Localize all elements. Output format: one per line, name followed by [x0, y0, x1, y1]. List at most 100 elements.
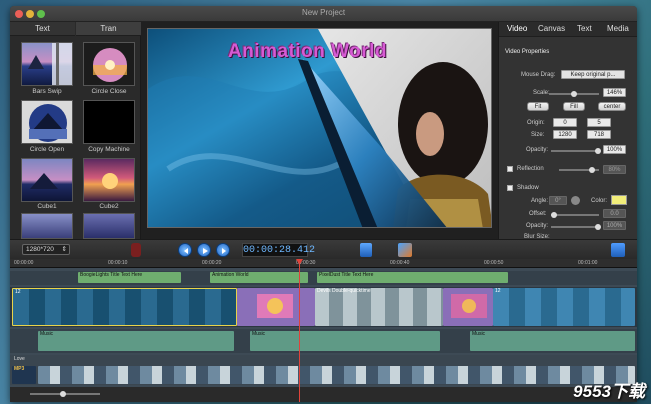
play-icon — [203, 248, 208, 254]
text-clip[interactable]: BoogieLights Title Text Here — [78, 272, 181, 283]
tab-text[interactable]: Text — [10, 22, 75, 36]
resolution-value: 1280*720 — [26, 246, 54, 253]
angle-field[interactable]: 0° — [549, 196, 567, 205]
play-button[interactable] — [197, 243, 211, 257]
opacity-label: Opacity: — [526, 147, 549, 153]
export-icon[interactable] — [611, 243, 625, 257]
zoom-slider-knob[interactable] — [60, 391, 66, 397]
video-track-label: 12 — [15, 289, 21, 295]
scale-slider[interactable] — [549, 91, 599, 97]
video-clip[interactable]: Devils Double-quicktime — [315, 288, 443, 326]
preview-area: Animation World — [141, 22, 498, 239]
origin-y-field[interactable]: 5 — [587, 118, 611, 127]
rewind-button[interactable] — [178, 243, 192, 257]
ruler-tick: 00:00:10 — [108, 260, 128, 266]
transition-thumb[interactable] — [21, 213, 73, 239]
split-icon[interactable] — [360, 243, 372, 257]
transition-label: Circle Close — [91, 88, 127, 95]
text-clip[interactable]: PixelDust Title Text Here — [317, 272, 508, 283]
transition-clip[interactable] — [443, 288, 493, 326]
size-width-field[interactable]: 1280 — [553, 130, 577, 139]
shadow-checkbox[interactable] — [507, 185, 513, 191]
scale-field[interactable]: 146% — [603, 88, 626, 97]
shadow-opacity-slider[interactable] — [551, 224, 601, 230]
tab-media[interactable]: Media — [607, 24, 629, 33]
origin-label: Origin: — [527, 120, 545, 126]
time-ruler[interactable]: 00:00:00 00:00:10 00:00:20 00:00:30 00:0… — [10, 259, 637, 268]
reflection-slider-knob[interactable] — [589, 167, 595, 173]
shadow-color-swatch[interactable] — [611, 195, 627, 205]
music-clip[interactable]: Music — [38, 331, 234, 351]
video-track-label: 12 — [495, 288, 501, 294]
transition-thumb-cube1[interactable] — [21, 158, 73, 202]
transition-thumb-icon — [451, 294, 487, 318]
title-bar: New Project — [10, 6, 637, 22]
tab-canvas[interactable]: Canvas — [538, 24, 565, 33]
offset-label: Offset: — [529, 211, 547, 217]
resolution-select[interactable]: 1280*720 ⇕ — [22, 244, 70, 255]
transition-thumb-icon — [257, 294, 293, 318]
playhead[interactable] — [299, 259, 300, 402]
rewind-icon — [184, 248, 188, 254]
size-height-field[interactable]: 718 — [587, 130, 611, 139]
transition-thumb-bars-swip[interactable] — [21, 42, 73, 86]
reflection-field[interactable]: 80% — [603, 165, 626, 174]
overlay-title[interactable]: Animation World — [228, 41, 387, 63]
cube1-icon — [30, 173, 58, 189]
tab-video[interactable]: Video — [507, 24, 527, 33]
transition-thumb-circle-open[interactable] — [21, 100, 73, 144]
zoom-slider[interactable] — [30, 391, 100, 397]
mp3-label: MP3 — [12, 366, 36, 384]
reflection-label: Reflection — [517, 166, 544, 172]
shadow-opacity-field[interactable]: 100% — [603, 221, 626, 230]
ruler-tick: 00:00:20 — [202, 260, 222, 266]
microphone-icon[interactable] — [131, 243, 141, 257]
angle-dial-icon[interactable] — [571, 196, 580, 205]
transition-label: Bars Swip — [32, 88, 62, 95]
transition-thumb-cube2[interactable] — [83, 158, 135, 202]
properties-tabs: Video Canvas Text Media — [499, 22, 637, 37]
timeline[interactable]: 00:00:00 00:00:10 00:00:20 00:00:30 00:0… — [10, 259, 637, 402]
timecode-display: 00:00:28.412 — [242, 243, 316, 257]
fit-button[interactable]: Fit — [527, 102, 549, 111]
transitions-panel: Text Tran Bars Swip Circle Close Circle … — [10, 22, 141, 239]
opacity-field[interactable]: 100% — [603, 145, 626, 154]
forward-icon — [222, 248, 226, 254]
ruler-tick: 00:00:00 — [14, 260, 34, 266]
properties-panel: Video Canvas Text Media Video Properties… — [498, 22, 637, 240]
color-label: Color: — [591, 198, 608, 204]
transition-thumb[interactable] — [83, 213, 135, 239]
offset-field[interactable]: 0.0 — [603, 209, 626, 218]
video-clip[interactable]: 12 — [12, 288, 237, 326]
audio-clip[interactable] — [38, 366, 635, 384]
tab-tran[interactable]: Tran — [76, 22, 141, 36]
reflection-slider[interactable] — [559, 167, 599, 173]
transition-clip[interactable] — [237, 288, 315, 326]
offset-slider-knob[interactable] — [551, 212, 557, 218]
mouse-drag-select[interactable]: Keep original p... — [561, 70, 625, 79]
video-canvas[interactable]: Animation World — [147, 28, 492, 228]
text-clip[interactable]: Animation World — [210, 272, 308, 283]
transition-thumb-copy-machine[interactable] — [83, 100, 135, 144]
scale-slider-knob[interactable] — [571, 91, 577, 97]
reflection-checkbox[interactable] — [507, 166, 513, 172]
tab-text-props[interactable]: Text — [577, 24, 592, 33]
music-clip[interactable]: Music — [470, 331, 635, 351]
center-button[interactable]: center — [598, 102, 626, 111]
opacity-slider[interactable] — [551, 148, 601, 154]
origin-x-field[interactable]: 0 — [553, 118, 577, 127]
love-label: Love — [14, 356, 25, 362]
effects-icon[interactable] — [398, 243, 412, 257]
forward-button[interactable] — [216, 243, 230, 257]
shadow-opacity-slider-knob[interactable] — [595, 224, 601, 230]
music-clip[interactable]: Music — [250, 331, 440, 351]
video-clip[interactable]: 12 — [493, 288, 635, 326]
playback-bar: 1280*720 ⇕ 00:00:28.412 — [10, 239, 637, 259]
watermark: 9553下载 — [573, 382, 645, 401]
opacity-slider-knob[interactable] — [595, 148, 601, 154]
transition-thumb-circle-close[interactable] — [83, 42, 135, 86]
fill-button[interactable]: Fill — [563, 102, 585, 111]
audio-track: Love MP3 — [10, 355, 637, 385]
transition-label: Copy Machine — [88, 146, 130, 153]
offset-slider[interactable] — [551, 212, 599, 218]
